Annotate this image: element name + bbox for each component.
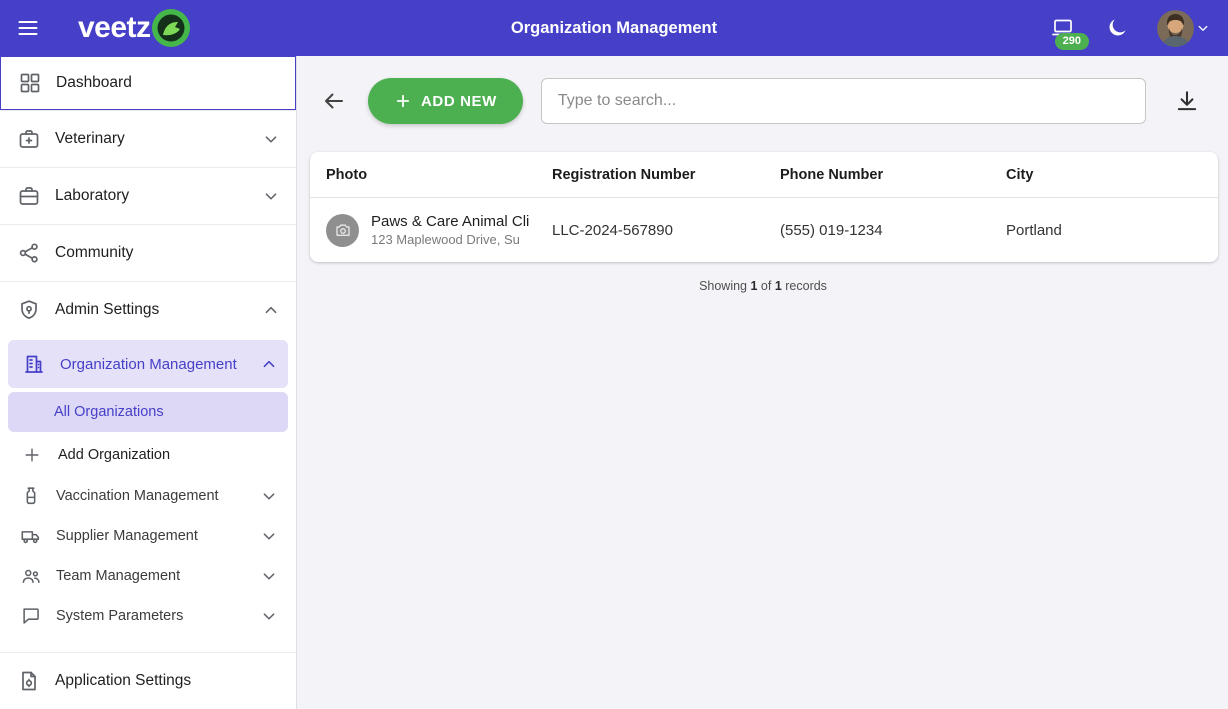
settings-doc-icon xyxy=(17,669,41,693)
chevron-up-icon xyxy=(258,353,280,375)
sidebar-bottom: Application Settings xyxy=(0,652,296,709)
sidebar-item-label: Veterinary xyxy=(55,130,125,148)
organizations-table: Photo Registration Number Phone Number C… xyxy=(310,152,1218,262)
sidebar-item-label: Organization Management xyxy=(60,356,237,373)
avatar xyxy=(1157,10,1194,47)
organization-text: Paws & Care Animal Cli 123 Maplewood Dri… xyxy=(371,213,529,247)
sidebar-item-label: Supplier Management xyxy=(56,528,198,544)
menu-button[interactable] xyxy=(4,6,52,50)
cell-city: Portland xyxy=(1006,222,1202,239)
download-button[interactable] xyxy=(1170,84,1204,118)
device-sessions-button[interactable]: 290 xyxy=(1047,12,1079,44)
sidebar-item-vaccination-management[interactable]: Vaccination Management xyxy=(8,476,288,516)
cell-phone-number: (555) 019-1234 xyxy=(780,222,1006,239)
header-city: City xyxy=(1006,167,1202,183)
download-icon xyxy=(1174,88,1200,114)
sidebar-item-laboratory[interactable]: Laboratory xyxy=(0,168,296,224)
logo-horse-icon xyxy=(151,8,191,48)
table-header-row: Photo Registration Number Phone Number C… xyxy=(310,152,1218,198)
sidebar-item-label: Admin Settings xyxy=(55,301,159,319)
header-registration-number: Registration Number xyxy=(552,167,780,183)
dashboard-icon xyxy=(18,71,42,95)
add-new-button[interactable]: ADD NEW xyxy=(368,78,523,124)
page-title: Organization Management xyxy=(511,19,717,38)
records-summary: Showing 1 of 1 records xyxy=(298,279,1228,293)
cell-registration-number: LLC-2024-567890 xyxy=(552,222,780,239)
camera-plus-icon xyxy=(334,221,352,239)
chat-bubble-icon xyxy=(20,605,42,627)
veterinary-icon xyxy=(17,127,41,151)
sidebar-item-dashboard[interactable]: Dashboard xyxy=(0,56,296,110)
sidebar-item-label: Dashboard xyxy=(56,74,132,92)
photo-cell: Paws & Care Animal Cli 123 Maplewood Dri… xyxy=(326,213,552,247)
sidebar-item-veterinary[interactable]: Veterinary xyxy=(0,111,296,167)
chevron-down-icon xyxy=(258,605,280,627)
chevron-down-icon xyxy=(260,128,282,150)
toolbar: ADD NEW xyxy=(298,56,1228,138)
chevron-up-icon xyxy=(260,299,282,321)
sidebar-item-team-management[interactable]: Team Management xyxy=(8,556,288,596)
session-count-badge: 290 xyxy=(1055,33,1089,50)
chevron-down-icon xyxy=(258,525,280,547)
table-row[interactable]: Paws & Care Animal Cli 123 Maplewood Dri… xyxy=(310,198,1218,262)
hamburger-icon xyxy=(16,16,40,40)
sidebar-item-label: System Parameters xyxy=(56,608,183,624)
sidebar-item-label: Add Organization xyxy=(58,447,170,463)
organization-address: 123 Maplewood Drive, Su xyxy=(371,232,529,247)
admin-shield-icon xyxy=(17,298,41,322)
sidebar-item-all-organizations[interactable]: All Organizations xyxy=(8,392,288,432)
community-icon xyxy=(17,241,41,265)
summary-total: 1 xyxy=(775,279,782,293)
logo-text: veetz xyxy=(78,11,151,45)
chevron-down-icon xyxy=(260,185,282,207)
vaccine-icon xyxy=(20,485,42,507)
add-new-label: ADD NEW xyxy=(421,93,497,110)
sidebar-item-label: Application Settings xyxy=(55,672,191,690)
app-logo[interactable]: veetz xyxy=(78,8,191,48)
organization-avatar xyxy=(326,214,359,247)
plus-icon xyxy=(394,92,412,110)
sidebar-item-label: Vaccination Management xyxy=(56,488,219,504)
sidebar-item-community[interactable]: Community xyxy=(0,225,296,281)
sidebar-item-organization-management[interactable]: Organization Management xyxy=(8,340,288,388)
sidebar-item-label: All Organizations xyxy=(54,404,164,420)
summary-suffix: records xyxy=(782,279,827,293)
chevron-down-icon xyxy=(1194,19,1212,37)
chevron-down-icon xyxy=(258,565,280,587)
sidebar-item-supplier-management[interactable]: Supplier Management xyxy=(8,516,288,556)
user-menu[interactable] xyxy=(1155,8,1214,49)
summary-prefix: Showing xyxy=(699,279,750,293)
sidebar: Dashboard Veterinary Laboratory Communit… xyxy=(0,56,297,709)
chevron-down-icon xyxy=(258,485,280,507)
dark-mode-toggle[interactable] xyxy=(1103,14,1131,42)
building-icon xyxy=(22,352,46,376)
laboratory-icon xyxy=(17,184,41,208)
back-arrow-icon xyxy=(322,89,346,113)
back-button[interactable] xyxy=(318,85,350,117)
header-phone-number: Phone Number xyxy=(780,167,1006,183)
sidebar-item-admin-settings[interactable]: Admin Settings xyxy=(0,282,296,338)
topbar: veetz Organization Management 290 xyxy=(0,0,1228,56)
plus-icon xyxy=(22,445,42,465)
search-input[interactable] xyxy=(541,78,1146,124)
header-photo: Photo xyxy=(326,167,552,183)
sidebar-item-system-parameters[interactable]: System Parameters xyxy=(8,596,288,636)
topbar-actions: 290 xyxy=(1047,8,1228,49)
sidebar-item-add-organization[interactable]: Add Organization xyxy=(8,434,288,476)
moon-icon xyxy=(1105,16,1129,40)
summary-of: of xyxy=(757,279,774,293)
truck-icon xyxy=(20,525,42,547)
sidebar-item-label: Community xyxy=(55,244,133,262)
people-icon xyxy=(20,565,42,587)
sidebar-item-application-settings[interactable]: Application Settings xyxy=(0,653,296,709)
sidebar-item-label: Team Management xyxy=(56,568,180,584)
sidebar-item-label: Laboratory xyxy=(55,187,129,205)
organization-name: Paws & Care Animal Cli xyxy=(371,213,529,230)
